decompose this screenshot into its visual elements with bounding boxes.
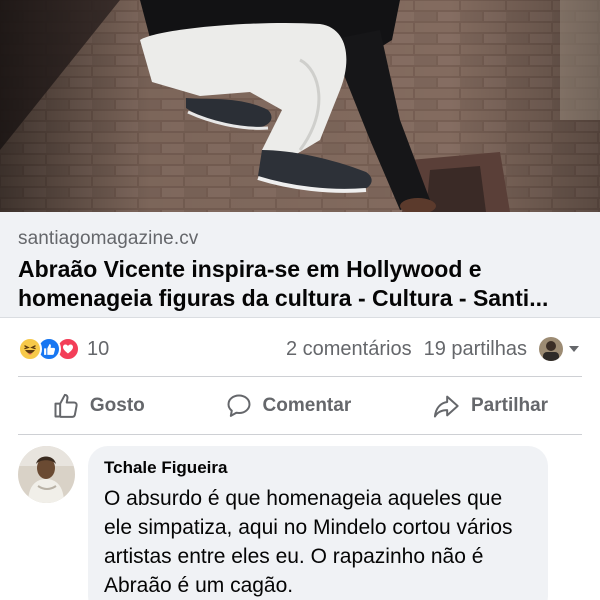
divider: [18, 434, 582, 435]
post-actions-bar: Gosto Comentar Partilhar: [0, 378, 600, 434]
viewer-avatar: [539, 337, 563, 361]
like-button-label: Gosto: [89, 395, 145, 416]
comment-button[interactable]: Comentar: [211, 386, 366, 426]
reaction-count[interactable]: 10: [87, 338, 109, 361]
link-preview-card[interactable]: santiagomagazine.cv Abraão Vicente inspi…: [0, 212, 600, 318]
shares-count-link[interactable]: 19 partilhas: [424, 338, 527, 361]
link-title[interactable]: Abraão Vicente inspira-se em Hollywood e…: [18, 255, 582, 313]
comment-text: O absurdo é que homenageia aqueles que e…: [104, 487, 513, 597]
share-button[interactable]: Partilhar: [417, 386, 562, 426]
reaction-icons[interactable]: [18, 337, 80, 361]
share-arrow-icon: [433, 395, 459, 418]
comment-item: Tchale Figueira O absurdo é que homenage…: [18, 446, 582, 600]
comment-bubble: Tchale Figueira O absurdo é que homenage…: [88, 446, 548, 600]
commenter-avatar[interactable]: [18, 446, 75, 503]
thumbs-up-icon: [54, 393, 78, 418]
caret-down-icon: [569, 346, 579, 352]
comment-author[interactable]: Tchale Figueira: [104, 458, 528, 478]
like-button[interactable]: Gosto: [38, 386, 159, 426]
comment-button-label: Comentar: [262, 395, 352, 416]
audience-selector[interactable]: [539, 337, 580, 361]
link-domain: santiagomagazine.cv: [18, 228, 199, 249]
comments-count-link[interactable]: 2 comentários: [286, 338, 412, 361]
haha-reaction-icon: [18, 337, 42, 361]
share-button-label: Partilhar: [470, 395, 549, 416]
speech-bubble-icon: [227, 394, 251, 417]
divider: [18, 376, 582, 377]
reactions-summary-bar: 10 2 comentários 19 partilhas: [0, 324, 600, 374]
preview-photo: [0, 0, 600, 212]
link-preview-image[interactable]: [0, 0, 600, 212]
